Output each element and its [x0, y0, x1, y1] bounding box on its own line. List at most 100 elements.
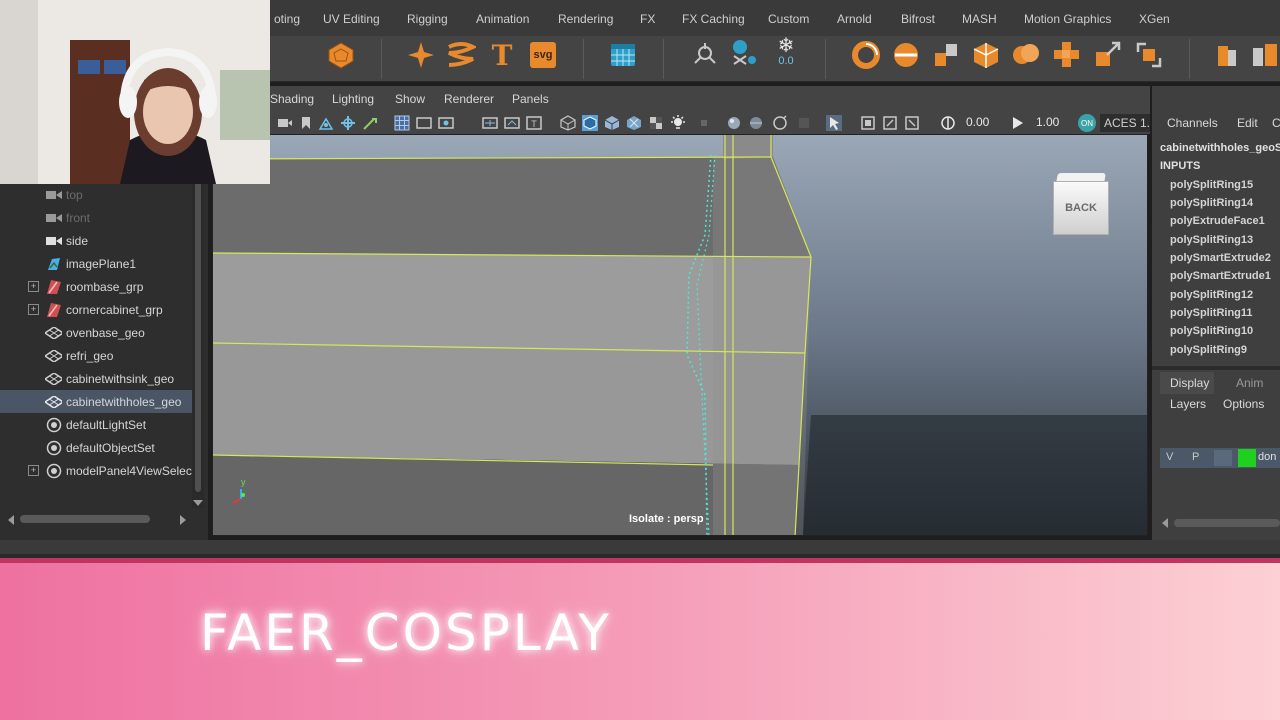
menu-shading[interactable]: Shading	[270, 92, 314, 106]
expand-toggle[interactable]: +	[28, 465, 39, 476]
channel-box-object-name[interactable]: cabinetwithholes_geoS	[1160, 142, 1280, 154]
input-node[interactable]: polySplitRing10	[1170, 325, 1253, 337]
scroll-thumb[interactable]	[1174, 519, 1280, 527]
outliner-item-side[interactable]: side	[0, 229, 192, 252]
display-layer-row[interactable]: V P don	[1160, 448, 1280, 468]
cube-split-icon[interactable]	[971, 40, 1001, 70]
options-menu[interactable]: Options	[1223, 397, 1264, 411]
block-stack-icon[interactable]	[931, 40, 961, 70]
isolate-select-icon[interactable]	[826, 115, 842, 131]
outliner-item-cabinetwithholes-geo[interactable]: cabinetwithholes_geo	[0, 390, 192, 413]
shelf-tab-uv-editing[interactable]: UV Editing	[323, 12, 380, 26]
wireframe-on-shaded-icon[interactable]	[604, 115, 620, 131]
scroll-left-icon[interactable]	[8, 515, 14, 525]
shelf-tab-fx[interactable]: FX	[640, 12, 655, 26]
outliner-item-defaultlightset[interactable]: defaultLightSet	[0, 413, 192, 436]
bool-union-icon[interactable]	[1011, 40, 1041, 70]
expand-toggle[interactable]: +	[28, 304, 39, 315]
layer-tab-display[interactable]: Display	[1170, 376, 1209, 390]
type-tool-icon[interactable]: T	[487, 39, 517, 72]
shelf-tab-bifrost[interactable]: Bifrost	[901, 12, 935, 26]
gamma-icon[interactable]	[1010, 115, 1026, 131]
input-node[interactable]: polySplitRing9	[1170, 344, 1247, 356]
shelf-tab-rigging[interactable]: Rigging	[407, 12, 448, 26]
shelf-tab-custom[interactable]: Custom	[768, 12, 809, 26]
exposure-value[interactable]: 0.00	[966, 115, 989, 129]
curve-orange-icon[interactable]	[851, 40, 881, 70]
expand-toggle[interactable]: +	[28, 281, 39, 292]
use-all-lights-icon[interactable]	[670, 115, 686, 131]
snow-nucleus-icon[interactable]: ❄ 0.0	[771, 36, 801, 67]
color-management-toggle[interactable]: ON	[1078, 114, 1096, 132]
layer-name[interactable]: don	[1258, 451, 1276, 463]
bridge-block-icon[interactable]	[1250, 40, 1280, 70]
channel-box-tab-partial[interactable]: C	[1272, 116, 1280, 130]
time-slider[interactable]	[0, 540, 1280, 558]
shelf-tab-arnold[interactable]: Arnold	[837, 12, 872, 26]
layer-playback-toggle[interactable]: P	[1192, 451, 1206, 465]
input-node[interactable]: polySplitRing12	[1170, 289, 1253, 301]
outliner-item-ovenbase-geo[interactable]: ovenbase_geo	[0, 321, 192, 344]
outliner-vertical-scrollbar[interactable]	[192, 138, 204, 508]
input-node[interactable]: polySplitRing14	[1170, 197, 1253, 209]
xray-icon[interactable]	[860, 115, 876, 131]
grid-blocks-icon[interactable]	[1052, 40, 1082, 70]
outliner-item-front[interactable]: front	[0, 206, 192, 229]
resolution-gate-icon[interactable]	[438, 115, 454, 131]
input-node[interactable]: polySplitRing15	[1170, 179, 1253, 191]
exposure-icon[interactable]	[940, 115, 956, 131]
image-plane-toggle-icon[interactable]	[340, 115, 356, 131]
smooth-shade-icon[interactable]	[582, 115, 598, 131]
helix-icon[interactable]	[446, 40, 476, 70]
outliner-item-roombase-grp[interactable]: + roombase_grp	[0, 275, 192, 298]
input-node[interactable]: polyExtrudeFace1	[1170, 215, 1265, 227]
checker-texture-icon[interactable]	[648, 115, 664, 131]
channel-box-tab-edit[interactable]: Edit	[1237, 116, 1258, 130]
outliner-item-defaultobjectset[interactable]: defaultObjectSet	[0, 436, 192, 459]
field-chart-icon[interactable]	[504, 115, 520, 131]
shelf-tab-mash[interactable]: MASH	[962, 12, 997, 26]
channel-box-tab-channels[interactable]: Channels	[1167, 116, 1218, 130]
menu-lighting[interactable]: Lighting	[332, 92, 374, 106]
camera-attributes-icon[interactable]	[318, 115, 334, 131]
viewport-persp[interactable]: y BACK Isolate : persp	[212, 134, 1148, 536]
emitter-icon[interactable]	[690, 40, 720, 70]
outliner-item-top[interactable]: top	[0, 183, 192, 206]
disc-slice-icon[interactable]	[891, 40, 921, 70]
scroll-left-icon[interactable]	[1162, 518, 1168, 528]
select-camera-icon[interactable]	[276, 115, 292, 131]
menu-show[interactable]: Show	[395, 92, 425, 106]
motion-blur-icon[interactable]	[748, 115, 764, 131]
scroll-right-icon[interactable]	[180, 515, 186, 525]
view-cube[interactable]: BACK	[1053, 173, 1109, 235]
layers-menu[interactable]: Layers	[1170, 397, 1206, 411]
shadows-icon[interactable]	[696, 115, 712, 131]
gate-mask-icon[interactable]	[482, 115, 498, 131]
film-gate-icon[interactable]	[416, 115, 432, 131]
shelf-tab-motion-graphics[interactable]: Motion Graphics	[1024, 12, 1111, 26]
outliner-item-modelpanel4viewselec[interactable]: + modelPanel4ViewSelec	[0, 459, 192, 482]
grid-calendar-icon[interactable]	[608, 40, 638, 70]
menu-panels[interactable]: Panels	[512, 92, 549, 106]
textured-icon[interactable]	[626, 115, 642, 131]
sweep-star-icon[interactable]	[406, 40, 436, 70]
wireframe-shading-icon[interactable]	[560, 115, 576, 131]
input-node[interactable]: polySmartExtrude1	[1170, 270, 1271, 282]
2d-pan-zoom-icon[interactable]	[362, 115, 378, 131]
scroll-down-icon[interactable]	[193, 500, 203, 506]
shelf-tab-animation[interactable]: Animation	[476, 12, 529, 26]
input-node[interactable]: polySplitRing11	[1170, 307, 1253, 319]
xray-joints-icon[interactable]	[882, 115, 898, 131]
depth-of-field-icon[interactable]	[796, 115, 812, 131]
layer-tab-anim[interactable]: Anim	[1236, 376, 1263, 390]
svg-tool-icon[interactable]: svg	[528, 40, 558, 70]
menu-renderer[interactable]: Renderer	[444, 92, 494, 106]
outliner-item-refri-geo[interactable]: refri_geo	[0, 344, 192, 367]
grid-toggle-icon[interactable]	[394, 115, 410, 131]
layer-reference-toggle[interactable]	[1214, 450, 1232, 466]
mirror-arrows-icon[interactable]	[1134, 40, 1164, 70]
gamma-value[interactable]: 1.00	[1036, 115, 1059, 129]
ambient-occlusion-icon[interactable]	[726, 115, 742, 131]
colorspace-field[interactable]: ACES 1.	[1100, 114, 1150, 132]
safe-action-icon[interactable]: T	[526, 115, 542, 131]
